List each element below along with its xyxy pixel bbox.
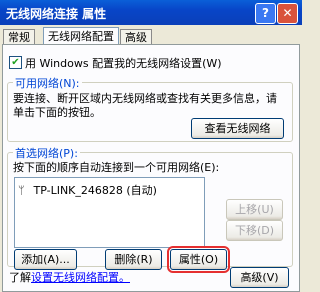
- list-item[interactable]: ᛘ TP-LINK_246828 (自动): [18, 182, 157, 198]
- available-networks-legend: 可用网络(N):: [13, 75, 82, 91]
- preferred-networks-group: 首选网络(P): 按下面的顺序自动连接到一个可用网络(E): ᛘ TP-LINK…: [7, 145, 293, 273]
- wireless-config-panel: ✔ 用 Windows 配置我的无线网络设置(W) 可用网络(N): 要连接、断…: [2, 44, 300, 292]
- tab-general[interactable]: 常规: [3, 29, 35, 45]
- learn-more-link[interactable]: 设置无线网络配置。: [31, 271, 130, 284]
- available-networks-group: 可用网络(N): 要连接、断开区域内无线网络或查找有关更多信息，请单击下面的按钮…: [7, 75, 293, 142]
- title-bar: 无线网络连接 属性 ? ✕: [0, 0, 302, 25]
- close-button[interactable]: ✕: [277, 3, 298, 24]
- network-name: TP-LINK_246828 (自动): [33, 184, 157, 197]
- move-down-button[interactable]: 下移(D): [226, 220, 283, 241]
- tab-advanced[interactable]: 高级: [120, 29, 152, 45]
- window-title: 无线网络连接 属性: [6, 7, 107, 21]
- available-networks-description: 要连接、断开区域内无线网络或查找有关更多信息，请单击下面的按钮。: [13, 92, 277, 119]
- tab-wireless-config[interactable]: 无线网络配置: [43, 27, 119, 45]
- advanced-button[interactable]: 高级(V): [230, 267, 289, 288]
- learn-more-prefix: 了解: [9, 271, 31, 284]
- preferred-networks-list[interactable]: ᛘ TP-LINK_246828 (自动): [14, 177, 205, 248]
- tab-strip: 常规 无线网络配置 高级: [0, 27, 302, 45]
- use-windows-checkbox[interactable]: ✔: [9, 56, 22, 69]
- wireless-antenna-icon: ᛘ: [18, 184, 25, 197]
- learn-more: 了解设置无线网络配置。: [9, 269, 130, 285]
- add-button[interactable]: 添加(A)...: [14, 249, 77, 270]
- view-wireless-networks-button[interactable]: 查看无线网络: [191, 118, 284, 139]
- use-windows-label: 用 Windows 配置我的无线网络设置(W): [25, 57, 222, 70]
- properties-button[interactable]: 属性(O): [167, 246, 230, 273]
- remove-button[interactable]: 删除(R): [105, 249, 162, 270]
- preferred-networks-description: 按下面的顺序自动连接到一个可用网络(E):: [13, 161, 220, 174]
- move-up-button[interactable]: 上移(U): [226, 199, 283, 220]
- help-button[interactable]: ?: [255, 3, 276, 24]
